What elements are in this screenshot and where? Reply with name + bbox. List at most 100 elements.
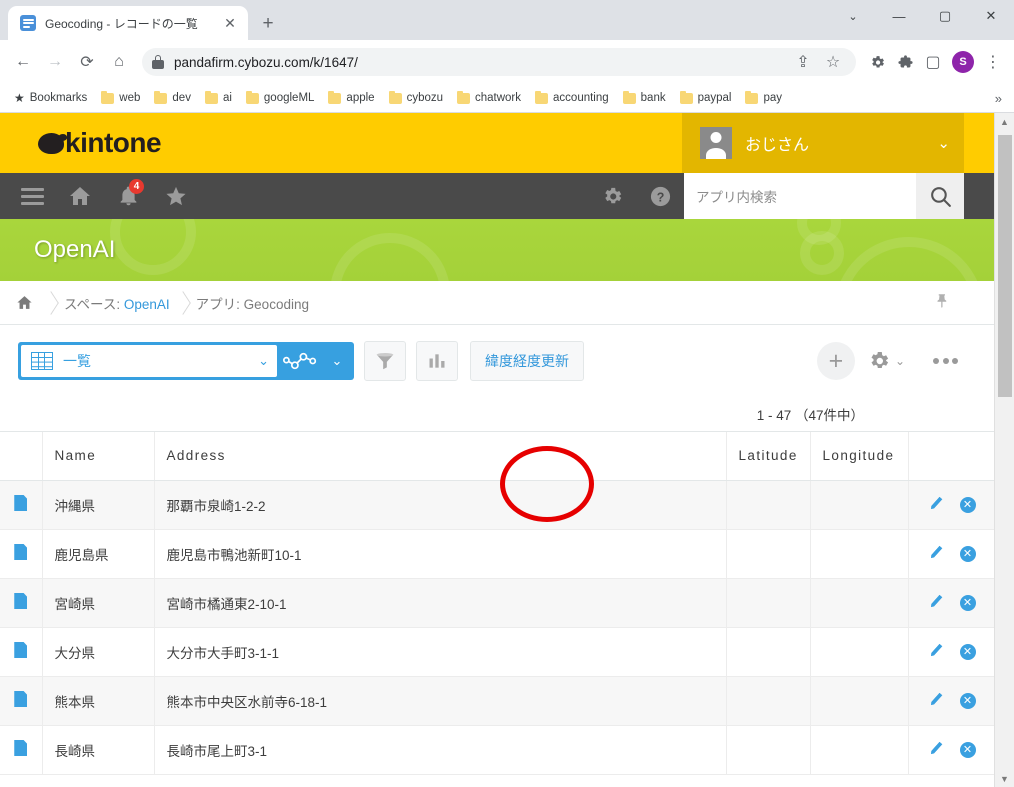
bookmark-label: paypal bbox=[697, 92, 732, 104]
kintone-app-page: kintone おじさん ⌄ 4 ? アプリ内検索 OpenAI スペース: O… bbox=[0, 113, 994, 787]
chevron-down-icon[interactable]: ⌄ bbox=[258, 353, 269, 369]
edit-icon[interactable] bbox=[927, 741, 944, 758]
menu-icon[interactable] bbox=[8, 173, 56, 219]
delete-icon[interactable]: ✕ bbox=[959, 496, 976, 513]
breadcrumb-space-link[interactable]: OpenAI bbox=[124, 297, 170, 312]
avatar[interactable]: S bbox=[952, 51, 974, 73]
forward-icon[interactable]: → bbox=[40, 47, 70, 77]
add-record-button[interactable]: + bbox=[816, 342, 855, 380]
app-settings-button[interactable]: ⌄ bbox=[859, 349, 913, 373]
delete-icon[interactable]: ✕ bbox=[959, 692, 976, 709]
bookmark-folder[interactable]: googleML bbox=[240, 89, 321, 107]
url-bar[interactable]: pandafirm.cybozu.com/k/1647/ ⇪ ☆ bbox=[142, 48, 856, 76]
share-icon[interactable]: ⇪ bbox=[790, 49, 816, 75]
edit-icon[interactable] bbox=[927, 594, 944, 611]
new-tab-button[interactable]: + bbox=[254, 9, 282, 37]
space-banner: OpenAI bbox=[0, 219, 994, 281]
home-icon[interactable]: ⌂ bbox=[104, 47, 134, 77]
search-input[interactable]: アプリ内検索 bbox=[684, 173, 916, 219]
graph-view-icon[interactable] bbox=[277, 345, 323, 377]
edit-icon[interactable] bbox=[927, 643, 944, 660]
header-latitude[interactable]: Latitude bbox=[726, 432, 811, 481]
gear-icon[interactable] bbox=[864, 49, 890, 75]
table-row[interactable]: 鹿児島県 鹿児島市鴨池新町10-1 ✕ bbox=[0, 529, 994, 579]
bookmark-folder[interactable]: pay bbox=[739, 89, 788, 107]
table-row[interactable]: 宮崎県 宮崎市橘通東2-10-1 ✕ bbox=[0, 578, 994, 628]
filter-button[interactable] bbox=[364, 341, 406, 381]
notification-icon[interactable]: 4 bbox=[104, 173, 152, 219]
scroll-up-icon[interactable]: ▲ bbox=[995, 113, 1014, 130]
more-options-button[interactable] bbox=[923, 358, 968, 364]
toolbar-right-group: + ⌄ bbox=[816, 342, 994, 380]
bookmark-folder[interactable]: paypal bbox=[674, 89, 738, 107]
breadcrumb-space-prefix: スペース: bbox=[64, 296, 124, 312]
bookmark-folder[interactable]: ai bbox=[199, 89, 238, 107]
scroll-down-icon[interactable]: ▼ bbox=[995, 770, 1014, 787]
table-row[interactable]: 沖縄県 那覇市泉崎1-2-2 ✕ bbox=[0, 480, 994, 530]
minimize-button[interactable]: — bbox=[876, 0, 922, 32]
close-window-button[interactable]: ✕ bbox=[968, 0, 1014, 32]
extensions-icon[interactable] bbox=[892, 49, 918, 75]
bookmark-folder[interactable]: dev bbox=[148, 89, 197, 107]
view-selector[interactable]: 一覧 ⌄ ⌄ bbox=[18, 342, 354, 380]
record-open-icon[interactable] bbox=[0, 578, 43, 628]
record-open-icon[interactable] bbox=[0, 627, 43, 677]
browser-menu-icon[interactable]: ⋮ bbox=[980, 49, 1006, 75]
bookmark-folder[interactable]: cybozu bbox=[383, 89, 449, 107]
reload-icon[interactable]: ⟳ bbox=[72, 47, 102, 77]
header-address[interactable]: Address bbox=[154, 432, 727, 481]
home-icon[interactable] bbox=[10, 294, 38, 311]
home-icon[interactable] bbox=[56, 173, 104, 219]
nav-left-group: 4 bbox=[0, 173, 200, 219]
delete-icon[interactable]: ✕ bbox=[959, 741, 976, 758]
browser-tab[interactable]: Geocoding - レコードの一覧 ✕ bbox=[8, 6, 248, 40]
delete-icon[interactable]: ✕ bbox=[959, 594, 976, 611]
bookmark-folder[interactable]: web bbox=[95, 89, 146, 107]
pin-icon[interactable] bbox=[935, 292, 950, 314]
header-longitude[interactable]: Longitude bbox=[810, 432, 909, 481]
user-menu[interactable]: おじさん ⌄ bbox=[682, 113, 964, 173]
chevron-down-icon[interactable]: ⌄ bbox=[323, 353, 351, 369]
bookmark-folder[interactable]: accounting bbox=[529, 89, 615, 107]
favorites-icon[interactable] bbox=[152, 173, 200, 219]
scrollbar-thumb[interactable] bbox=[998, 135, 1012, 397]
edit-icon[interactable] bbox=[927, 496, 944, 513]
breadcrumb-separator bbox=[170, 281, 196, 325]
bookmark-folder[interactable]: chatwork bbox=[451, 89, 527, 107]
help-icon[interactable]: ? bbox=[636, 173, 684, 219]
cell-name: 沖縄県 bbox=[42, 480, 155, 530]
delete-icon[interactable]: ✕ bbox=[959, 643, 976, 660]
view-dropdown[interactable]: 一覧 ⌄ bbox=[21, 345, 277, 377]
delete-icon[interactable]: ✕ bbox=[959, 545, 976, 562]
decorative-circle bbox=[800, 231, 844, 275]
tab-search-icon[interactable]: ⌄ bbox=[830, 0, 876, 32]
settings-gear-icon[interactable] bbox=[588, 173, 636, 219]
table-row[interactable]: 長崎県 長崎市尾上町3-1 ✕ bbox=[0, 725, 994, 775]
bookmarks-overflow-icon[interactable]: » bbox=[995, 91, 1006, 106]
bookmark-folder[interactable]: apple bbox=[322, 89, 380, 107]
edit-icon[interactable] bbox=[927, 545, 944, 562]
record-open-icon[interactable] bbox=[0, 725, 43, 775]
record-open-icon[interactable] bbox=[0, 676, 43, 726]
table-row[interactable]: 大分県 大分市大手町3-1-1 ✕ bbox=[0, 627, 994, 677]
bookmark-star-icon[interactable]: ☆ bbox=[820, 49, 846, 75]
table-header-row: Name Address Latitude Longitude bbox=[0, 432, 994, 481]
edit-icon[interactable] bbox=[927, 692, 944, 709]
bookmarks-root[interactable]: ★ Bookmarks bbox=[8, 88, 93, 108]
table-row[interactable]: 熊本県 熊本市中央区水前寺6-18-1 ✕ bbox=[0, 676, 994, 726]
close-icon[interactable]: ✕ bbox=[220, 13, 240, 33]
maximize-button[interactable]: ▢ bbox=[922, 0, 968, 32]
update-geocode-button[interactable]: 緯度経度更新 bbox=[470, 341, 584, 381]
breadcrumb-space[interactable]: スペース: OpenAI bbox=[64, 293, 170, 313]
record-open-icon[interactable] bbox=[0, 480, 43, 530]
header-name[interactable]: Name bbox=[42, 432, 155, 481]
back-icon[interactable]: ← bbox=[8, 47, 38, 77]
breadcrumb-app[interactable]: アプリ: Geocoding bbox=[196, 293, 309, 313]
search-icon[interactable] bbox=[916, 173, 964, 219]
kintone-logo[interactable]: kintone bbox=[38, 127, 162, 159]
record-open-icon[interactable] bbox=[0, 529, 43, 579]
page-scrollbar[interactable]: ▲ ▼ bbox=[994, 113, 1014, 787]
chart-button[interactable] bbox=[416, 341, 458, 381]
side-panel-icon[interactable]: ▢ bbox=[920, 49, 946, 75]
bookmark-folder[interactable]: bank bbox=[617, 89, 672, 107]
